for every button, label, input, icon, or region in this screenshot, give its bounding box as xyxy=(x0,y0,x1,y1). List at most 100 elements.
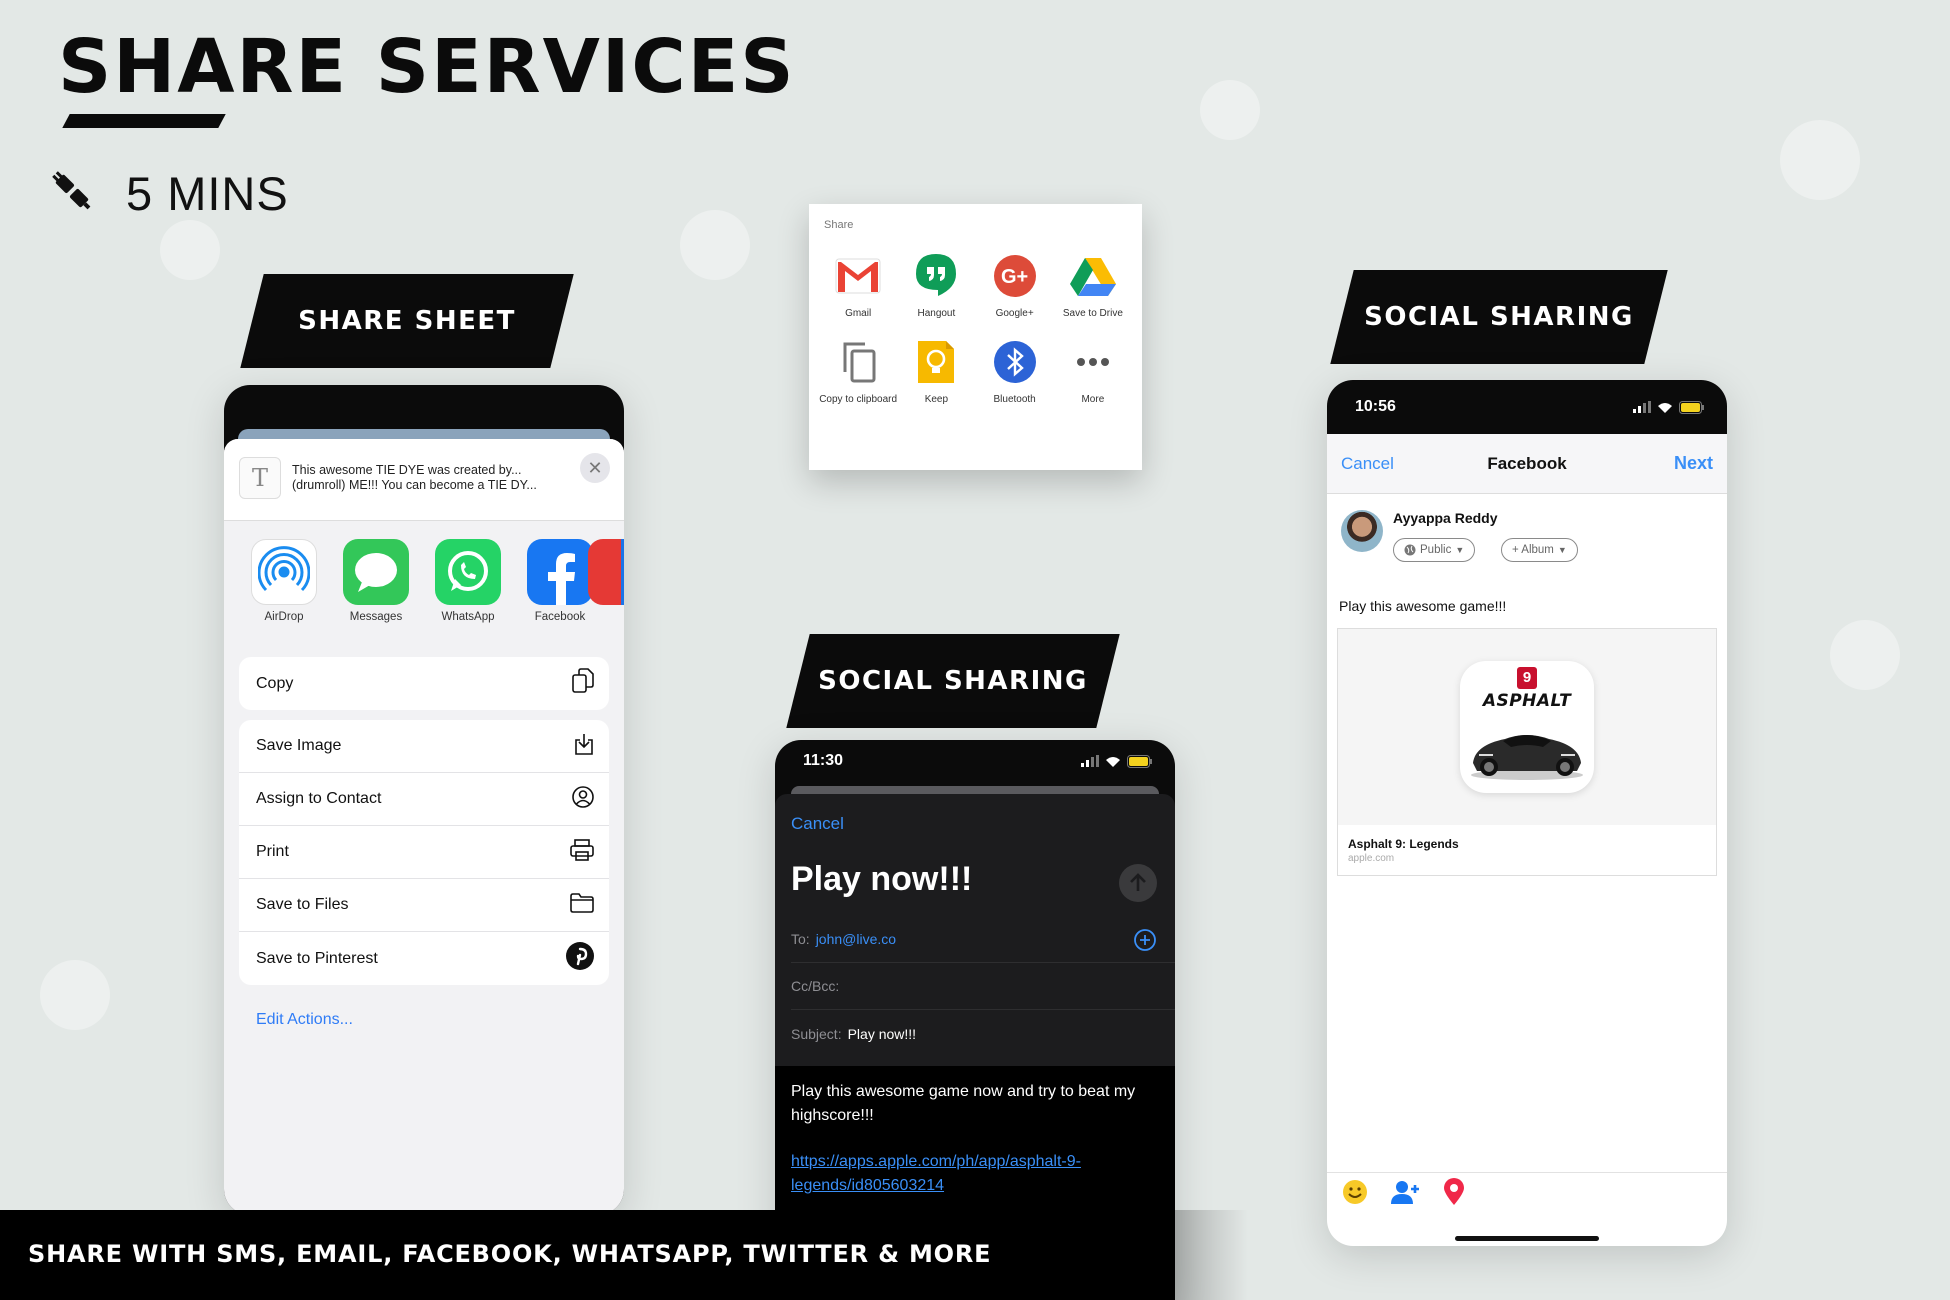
bluetooth-icon xyxy=(991,338,1039,386)
cancel-button[interactable]: Cancel xyxy=(791,814,844,834)
duration-row: 5 MINS xyxy=(48,166,289,221)
android-share-title: Share xyxy=(824,219,854,231)
messages-icon xyxy=(343,539,409,605)
facebook-phone: 10:56 Cancel Facebook Next Ayyappa Reddy… xyxy=(1327,380,1727,1246)
action-assign-contact[interactable]: Assign to Contact xyxy=(239,773,609,826)
subject-field[interactable]: Subject: Play now!!! xyxy=(791,1010,1175,1057)
bottom-banner-text: SHARE WITH SMS, EMAIL, FACEBOOK, WHATSAP… xyxy=(28,1240,992,1268)
social-sharing-mail-label: SOCIAL SHARING xyxy=(786,634,1120,728)
location-button[interactable] xyxy=(1443,1178,1465,1211)
share-sheet: T This awesome TIE DYE was created by...… xyxy=(224,439,624,1215)
contact-icon xyxy=(571,785,595,814)
gmail-icon xyxy=(834,252,882,300)
signal-icon xyxy=(1081,755,1099,767)
android-share-label: Google+ xyxy=(995,308,1034,319)
tag-people-icon xyxy=(1391,1181,1419,1204)
asphalt-app-icon: 9 ASPHALT xyxy=(1460,661,1594,793)
android-share-label: Save to Drive xyxy=(1062,308,1123,319)
social-sharing-mail-label-text: SOCIAL SHARING xyxy=(818,666,1088,696)
android-share-drive[interactable]: Save to Drive xyxy=(1054,252,1132,320)
next-button[interactable]: Next xyxy=(1674,453,1713,474)
action-copy[interactable]: Copy xyxy=(239,657,609,710)
background-decoration xyxy=(680,210,750,280)
action-label: Assign to Contact xyxy=(256,790,382,807)
avatar xyxy=(1341,510,1383,552)
clipboard-icon xyxy=(834,338,882,386)
facebook-nav-bar: Cancel Facebook Next xyxy=(1327,434,1727,494)
page-title: SHARE SERVICES xyxy=(58,24,796,110)
action-label: Save to Files xyxy=(256,896,349,913)
share-app-label: AirDrop xyxy=(264,611,304,623)
status-bar: 11:30 xyxy=(775,740,1175,782)
android-share-label: More xyxy=(1081,394,1105,405)
link-preview-image: 9 ASPHALT xyxy=(1338,629,1716,825)
status-bar-area: 10:56 xyxy=(1327,380,1727,434)
share-sheet-label: SHARE SHEET xyxy=(240,274,574,368)
mail-body-text: Play this awesome game now and try to be… xyxy=(791,1083,1136,1124)
share-app-whatsapp[interactable]: WhatsApp xyxy=(422,539,514,639)
emoji-icon xyxy=(1343,1180,1367,1204)
pinterest-icon xyxy=(565,941,595,976)
tag-people-button[interactable] xyxy=(1391,1179,1421,1210)
share-preview: T This awesome TIE DYE was created by...… xyxy=(224,439,624,521)
cancel-button[interactable]: Cancel xyxy=(1341,454,1394,474)
link-preview-card[interactable]: 9 ASPHALT Asphalt 9: Legends apple.com xyxy=(1337,628,1717,876)
printer-icon xyxy=(569,838,595,867)
album-label: + Album xyxy=(1512,544,1554,556)
copy-icon xyxy=(571,668,595,699)
action-print[interactable]: Print xyxy=(239,826,609,879)
car-icon xyxy=(1471,735,1583,780)
send-button[interactable] xyxy=(1119,864,1157,902)
android-share-google-plus[interactable]: G+ Google+ xyxy=(976,252,1054,320)
background-decoration xyxy=(1830,620,1900,690)
action-save-files[interactable]: Save to Files xyxy=(239,879,609,932)
close-button[interactable]: ✕ xyxy=(580,453,610,483)
audience-label: Public xyxy=(1420,544,1452,556)
battery-icon xyxy=(1679,400,1704,414)
wifi-icon xyxy=(1658,403,1672,413)
android-share-keep[interactable]: Keep xyxy=(897,338,975,406)
action-label: Save Image xyxy=(256,737,342,754)
text-document-icon: T xyxy=(239,457,281,499)
android-share-label: Keep xyxy=(924,394,949,405)
status-time: 10:56 xyxy=(1355,398,1396,415)
action-save-image[interactable]: Save Image xyxy=(239,720,609,773)
android-share-more[interactable]: More xyxy=(1054,338,1132,406)
audience-selector[interactable]: Public ▼ xyxy=(1393,538,1476,562)
share-app-messages[interactable]: Messages xyxy=(330,539,422,639)
cc-field[interactable]: Cc/Bcc: xyxy=(791,963,1175,1010)
to-value: john@live.co xyxy=(815,931,897,947)
to-label: To: xyxy=(791,931,810,947)
arrow-up-icon xyxy=(1130,873,1146,891)
android-share-hangout[interactable]: Hangout xyxy=(897,252,975,320)
share-app-label: Messages xyxy=(349,611,403,623)
asphalt-logo-text: ASPHALT xyxy=(1482,691,1572,711)
app-store-link[interactable]: https://apps.apple.com/ph/app/asphalt-9-… xyxy=(791,1150,1159,1198)
android-share-gmail[interactable]: Gmail xyxy=(819,252,897,320)
post-message[interactable]: Play this awesome game!!! xyxy=(1339,598,1506,614)
android-share-card: Share Gmail Hangout G+ Google+ Save to D… xyxy=(809,204,1142,470)
battery-icon xyxy=(1127,754,1152,768)
background-decoration xyxy=(1200,80,1260,140)
download-icon xyxy=(573,732,595,761)
android-share-label: Gmail xyxy=(845,308,872,319)
share-app-more-peek[interactable] xyxy=(588,539,624,639)
android-share-bluetooth[interactable]: Bluetooth xyxy=(976,338,1054,406)
share-preview-text: This awesome TIE DYE was created by... (… xyxy=(292,463,537,492)
add-recipient-button[interactable] xyxy=(1133,928,1157,955)
svg-text:G+: G+ xyxy=(1001,266,1028,288)
to-field[interactable]: To: john@live.co xyxy=(791,916,1175,963)
action-save-pinterest[interactable]: Save to Pinterest xyxy=(239,932,609,985)
more-icon xyxy=(1069,338,1117,386)
album-selector[interactable]: + Album ▼ xyxy=(1501,538,1578,562)
link-domain: apple.com xyxy=(1348,853,1395,864)
android-share-clipboard[interactable]: Copy to clipboard xyxy=(819,338,897,406)
social-sharing-facebook-label: SOCIAL SHARING xyxy=(1330,270,1668,364)
edit-actions-link[interactable]: Edit Actions... xyxy=(256,1011,353,1029)
copy-group: Copy xyxy=(239,657,609,710)
share-app-airdrop[interactable]: AirDrop xyxy=(238,539,330,639)
emoji-button[interactable] xyxy=(1341,1178,1369,1211)
status-bar: 10:56 xyxy=(1327,386,1727,428)
location-icon xyxy=(1444,1178,1464,1205)
link-title: Asphalt 9: Legends xyxy=(1348,837,1459,851)
